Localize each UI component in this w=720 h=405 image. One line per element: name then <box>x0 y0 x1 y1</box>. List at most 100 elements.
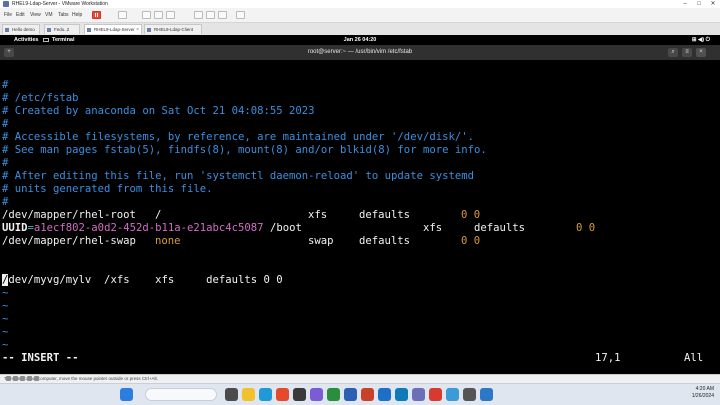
word-icon[interactable] <box>344 388 357 401</box>
comment-line: # /etc/fstab <box>2 92 79 104</box>
edge-icon[interactable] <box>259 388 272 401</box>
cursor-position: 17,1 <box>595 352 621 364</box>
mount-options: defaults <box>359 235 411 247</box>
menu-edit[interactable]: Edit <box>16 11 25 19</box>
comment-line: # Created by anaconda on Sat Oct 21 04:0… <box>2 105 315 117</box>
outlook-icon[interactable] <box>378 388 391 401</box>
menu-icon[interactable]: ≡ <box>682 48 692 57</box>
close-tab-icon[interactable]: × <box>136 25 139 34</box>
store-icon[interactable] <box>480 388 493 401</box>
comment-line: # units generated from this file. <box>2 183 213 195</box>
mount-point: none <box>155 235 181 247</box>
menu-help[interactable]: Help <box>72 11 82 19</box>
file-explorer-icon[interactable] <box>242 388 255 401</box>
tray-time: 4:20 AM <box>695 386 714 392</box>
vm-icon <box>87 28 91 32</box>
tab-hello-demo[interactable]: Hello demo <box>2 24 40 34</box>
fstab-entry-root: /dev/mapper/rhel-root <box>2 209 136 222</box>
tray-date: 1/26/2024 <box>691 393 714 399</box>
tab-fedora[interactable]: Fedo..2 <box>44 24 80 34</box>
teams-icon[interactable] <box>310 388 323 401</box>
vmware-window-title: RHEL9-Ldap-Server - VMware Workstation <box>12 1 108 7</box>
fstab-entry-mylv: /dev/myvg/mylv /xfs xfs defaults 0 0 <box>2 274 283 287</box>
usb-icon[interactable] <box>20 376 25 381</box>
unity-icon[interactable] <box>236 11 245 19</box>
photos-icon[interactable] <box>446 388 459 401</box>
settings-icon[interactable] <box>463 388 476 401</box>
gnome-top-bar: Activities Terminal Jan 26 04:20 ⊞ ◀) ⏻ <box>0 35 720 45</box>
excel-icon[interactable] <box>327 388 340 401</box>
device: /dev/mapper/rhel-root <box>2 209 136 221</box>
fstab-entry-swap: /dev/mapper/rhel-swap <box>2 235 136 247</box>
vscode-icon[interactable] <box>395 388 408 401</box>
mount-options: defaults <box>474 222 526 234</box>
menu-tabs[interactable]: Tabs <box>58 11 69 19</box>
fs-type: swap <box>308 235 334 247</box>
dump-pass: 0 0 <box>576 222 596 234</box>
menu-view[interactable]: View <box>30 11 41 19</box>
empty-line-tilde: ~ <box>2 326 9 338</box>
terminal-header-bar: + root@server:~ — /usr/bin/vim /etc/fsta… <box>0 45 720 60</box>
menu-file[interactable]: File <box>4 11 12 19</box>
comment-line: # <box>2 157 9 169</box>
empty-line-tilde: ~ <box>2 339 9 351</box>
disk-icon[interactable] <box>6 376 11 381</box>
sound-icon[interactable] <box>27 376 32 381</box>
scroll-position: All <box>684 352 704 364</box>
tab-rhel9-ldap-client[interactable]: RHEL9-Ldap-Client <box>144 24 202 34</box>
comment-line: # After editing this file, run 'systemct… <box>2 170 474 182</box>
mount-options: defaults <box>359 209 411 221</box>
comment-line: # <box>2 79 9 91</box>
mylv-text: dev/myvg/mylv /xfs xfs defaults 0 0 <box>8 274 283 286</box>
snapshot-manager-icon[interactable] <box>166 11 175 19</box>
network-icon[interactable] <box>13 376 18 381</box>
vmware-toolbar: File Edit View VM Tabs Help <box>0 8 720 23</box>
windows-taskbar: 4:20 AM 1/26/2024 <box>0 383 720 405</box>
library-icon[interactable] <box>194 11 203 19</box>
terminal-title: root@server:~ — /usr/bin/vim /etc/fstab <box>307 49 413 55</box>
vmware-taskbar-icon[interactable] <box>412 388 425 401</box>
vmware-status-bar: To return to your computer, move the mou… <box>0 374 720 383</box>
system-tray[interactable]: 4:20 AM 1/26/2024 <box>692 386 714 400</box>
system-menu-icon[interactable]: ⊞ ◀) ⏻ <box>692 35 710 45</box>
empty-line-tilde: ~ <box>2 287 9 299</box>
fstab-entry-boot: UUID=a1ecf802-a0d2-452d-b11a-e21abc4c508… <box>2 222 264 235</box>
comment-line: # Accessible filesystems, by reference, … <box>2 131 474 143</box>
tab-label: Fedo..2 <box>54 27 70 32</box>
terminal-app-icon[interactable] <box>293 388 306 401</box>
powerpoint-icon[interactable] <box>361 388 374 401</box>
start-icon[interactable] <box>120 388 133 401</box>
revert-snapshot-icon[interactable] <box>154 11 163 19</box>
vm-icon <box>147 28 151 32</box>
send-keys-icon[interactable] <box>118 11 127 19</box>
empty-line-tilde: ~ <box>2 313 9 325</box>
clock[interactable]: Jan 26 04:20 <box>0 35 720 45</box>
uuid-value: a1ecf802-a0d2-452d-b11a-e21abc4c5087 <box>33 222 264 234</box>
chrome-icon[interactable] <box>276 388 289 401</box>
acrobat-icon[interactable] <box>429 388 442 401</box>
tab-rhel9-ldap-server[interactable]: RHEL9-Ldap-Server × <box>84 24 142 34</box>
display-icon[interactable] <box>34 376 39 381</box>
pause-icon[interactable] <box>92 11 101 19</box>
taskbar-search[interactable] <box>145 388 217 401</box>
tab-label: RHEL9-Ldap-Server <box>94 27 135 32</box>
maximize-icon[interactable]: □ <box>692 0 706 8</box>
vmware-app-icon <box>3 1 9 7</box>
minimize-icon[interactable]: – <box>678 0 692 8</box>
vim-editor[interactable]: # # /etc/fstab # Created by anaconda on … <box>0 60 720 374</box>
task-view-icon[interactable] <box>225 388 238 401</box>
thumbnail-icon[interactable] <box>206 11 215 19</box>
close-terminal-icon[interactable]: × <box>696 48 706 57</box>
full-screen-icon[interactable] <box>218 11 227 19</box>
vim-mode-indicator: -- INSERT -- <box>2 352 79 364</box>
tab-label: Hello demo <box>12 27 35 32</box>
mount-point: / <box>155 209 162 221</box>
menu-vm[interactable]: VM <box>45 11 53 19</box>
comment-line: # See man pages fstab(5), findfs(8), mou… <box>2 144 487 156</box>
dump-pass: 0 0 <box>461 209 481 221</box>
close-icon[interactable]: ✕ <box>706 0 720 8</box>
search-icon[interactable]: ⌕ <box>668 48 678 57</box>
uuid-key: UUID <box>2 222 28 234</box>
snapshot-icon[interactable] <box>142 11 151 19</box>
vm-icon <box>47 28 51 32</box>
